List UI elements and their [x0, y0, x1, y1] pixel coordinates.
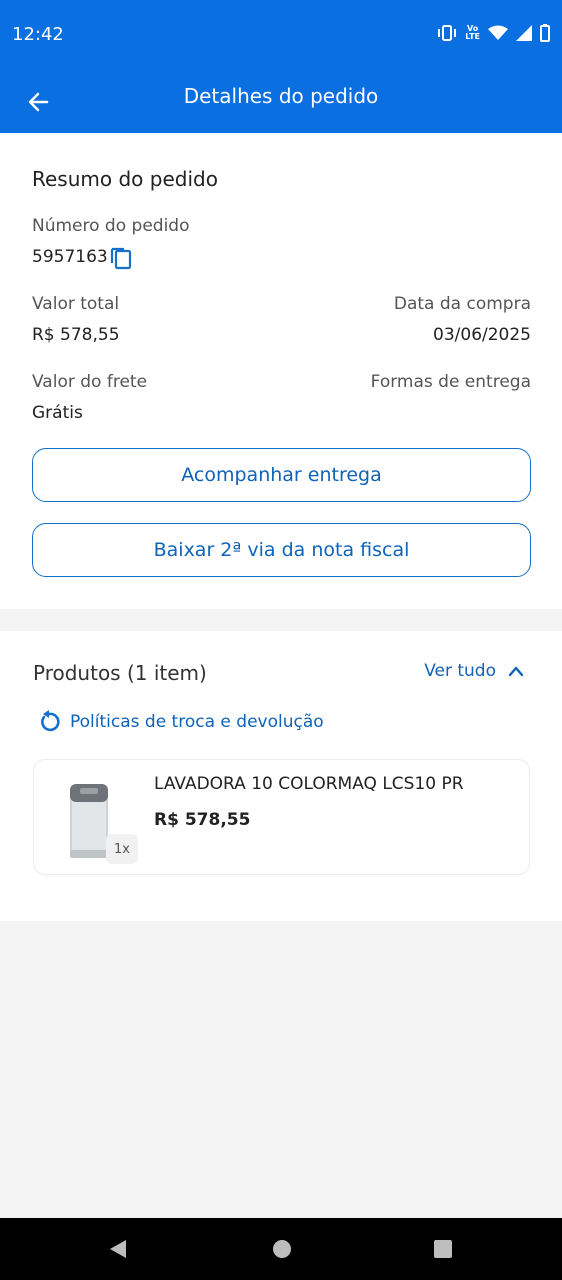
product-name: LAVADORA 10 COLORMAQ LCS10 PR	[154, 774, 464, 794]
order-number-label: Número do pedido	[32, 216, 190, 236]
chevron-up-icon	[508, 666, 524, 677]
circle-home-icon	[273, 1240, 291, 1258]
purchase-date-label: Data da compra	[393, 294, 531, 314]
nav-back-button[interactable]	[108, 1238, 128, 1264]
page-title: Detalhes do pedido	[183, 84, 379, 108]
return-policy-link[interactable]: Políticas de troca e devolução	[36, 709, 324, 735]
purchase-date-value: 03/06/2025	[433, 325, 531, 345]
volte-icon: Vo LTE	[465, 25, 480, 41]
product-item[interactable]: 1x LAVADORA 10 COLORMAQ LCS10 PR R$ 578,…	[33, 759, 530, 875]
shipping-value: Grátis	[32, 403, 83, 423]
order-summary-card: Resumo do pedido Número do pedido 595716…	[0, 133, 562, 609]
square-recents-icon	[434, 1240, 452, 1258]
total-label: Valor total	[32, 294, 120, 314]
see-all-label: Ver tudo	[424, 661, 496, 681]
delivery-label: Formas de entrega	[370, 372, 531, 392]
products-card: Produtos (1 item) Ver tudo Políticas de …	[0, 631, 562, 921]
track-delivery-button[interactable]: Acompanhar entrega	[32, 448, 531, 502]
order-number-value: 5957163	[32, 247, 108, 267]
app-bar: Detalhes do pedido	[0, 70, 562, 133]
products-title: Produtos (1 item)	[33, 661, 207, 685]
system-nav-bar	[0, 1218, 562, 1280]
product-price: R$ 578,55	[154, 810, 251, 830]
nav-recents-button[interactable]	[432, 1238, 454, 1264]
status-time: 12:42	[12, 24, 64, 45]
signal-icon	[516, 25, 532, 41]
download-invoice-button[interactable]: Baixar 2ª via da nota fiscal	[32, 523, 531, 577]
summary-title: Resumo do pedido	[32, 167, 218, 191]
nav-home-button[interactable]	[271, 1238, 293, 1264]
total-value: R$ 578,55	[32, 325, 120, 345]
status-bar: 12:42 Vo LTE	[0, 0, 562, 70]
copy-icon[interactable]	[108, 245, 134, 275]
refresh-icon	[41, 710, 60, 732]
quantity-badge: 1x	[106, 834, 138, 864]
return-policy-label: Políticas de troca e devolução	[70, 712, 324, 732]
wifi-icon	[488, 25, 508, 41]
status-icons: Vo LTE	[437, 24, 550, 42]
volte-bottom-label: LTE	[465, 32, 480, 41]
battery-icon	[540, 24, 550, 42]
see-all-toggle[interactable]: Ver tudo	[424, 661, 524, 681]
shipping-label: Valor do frete	[32, 372, 148, 392]
vibrate-icon	[437, 25, 457, 41]
triangle-back-icon	[110, 1240, 126, 1258]
